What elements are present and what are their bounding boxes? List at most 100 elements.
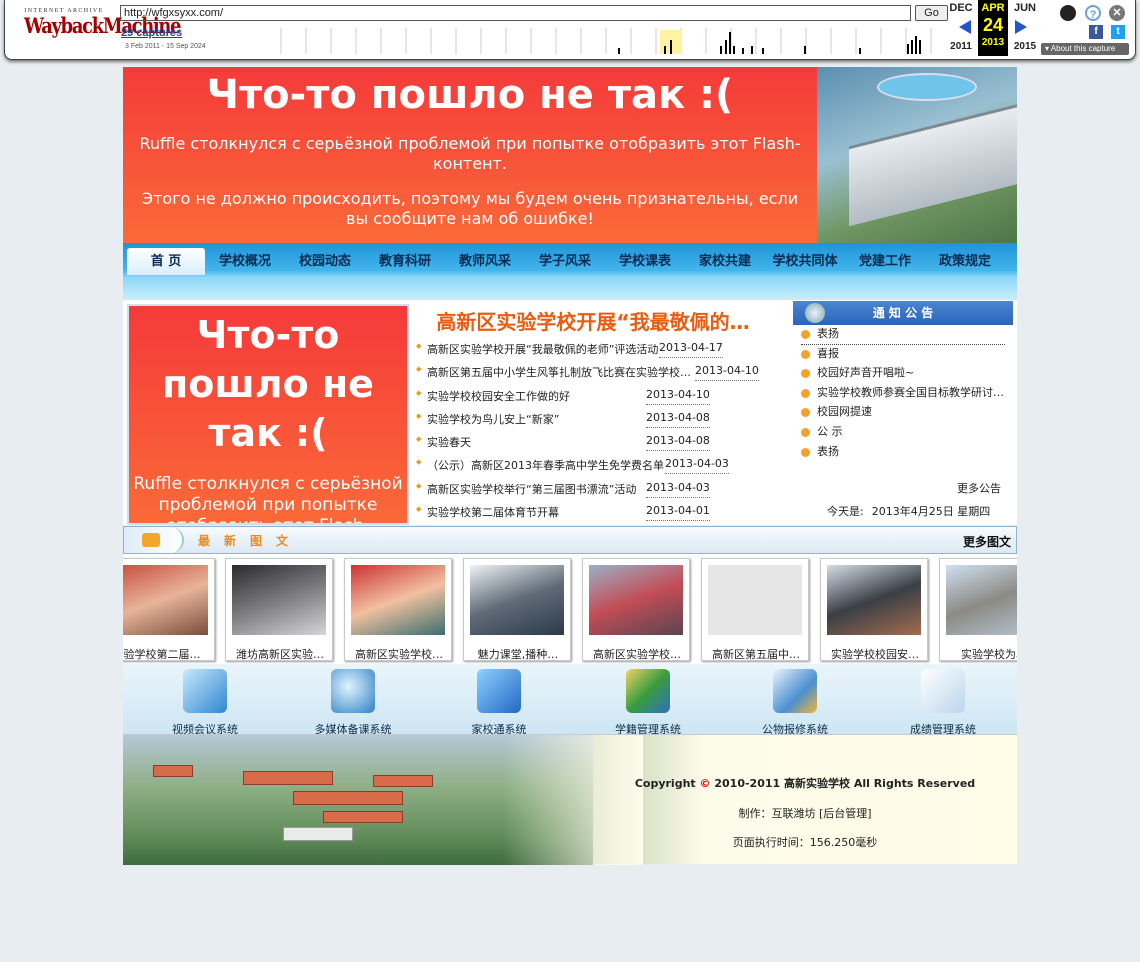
facebook-icon[interactable]: f xyxy=(1089,25,1103,39)
news-title[interactable]: （公示）高新区2013年春季高中学生免学费名单 xyxy=(427,457,664,473)
nav-school-community[interactable]: 学校共同体 xyxy=(765,248,845,275)
nav-home-school[interactable]: 家校共建 xyxy=(685,248,765,275)
more-photos-link[interactable]: 更多图文 xyxy=(963,533,1011,550)
nav-policy[interactable]: 政策规定 xyxy=(925,248,1005,275)
copyright-text: 2010-2011 高新实验学校 All Rights Reserved xyxy=(714,777,976,790)
latest-tab xyxy=(124,527,184,553)
news-item[interactable]: 高新区第五届中小学生风筝扎制放飞比赛在实验学校…2013-04-10 xyxy=(413,362,773,385)
news-item[interactable]: 实验学校第二届体育节开幕 2013-04-01 xyxy=(413,502,773,525)
news-title[interactable]: 实验学校第二届体育节开幕 xyxy=(427,504,559,520)
system-multimedia[interactable]: 多媒体备课系统 xyxy=(293,665,413,737)
system-student-records[interactable]: 学籍管理系统 xyxy=(588,665,708,737)
account-icon[interactable] xyxy=(1060,5,1076,21)
close-icon[interactable]: ✕ xyxy=(1109,5,1125,21)
gallery-item[interactable]: 验学校第二届… xyxy=(123,558,215,661)
current-capture[interactable]: APR 24 2013 xyxy=(978,0,1008,56)
gallery-caption[interactable]: 潍坊高新区实验… xyxy=(226,646,334,662)
news-title[interactable]: 高新区实验学校举行“第三届图书漂流”活动 xyxy=(427,481,636,497)
prev-capture-arrow-icon[interactable] xyxy=(959,20,971,34)
news-item[interactable]: 高新区实验学校开展“我最敬佩的老师”评选活动2013-04-17 xyxy=(413,339,773,362)
notice-item[interactable]: 校园网提速 xyxy=(801,403,1013,423)
news-title[interactable]: 实验学校校园安全工作做的好 xyxy=(427,388,570,404)
twitter-icon[interactable]: t xyxy=(1111,25,1125,39)
building xyxy=(243,771,333,785)
notice-item-label[interactable]: 公 示 xyxy=(817,425,843,438)
more-notices-link[interactable]: 更多公告 xyxy=(957,480,1001,496)
gallery-caption[interactable]: 魅力课堂,播种… xyxy=(464,646,572,662)
gallery-caption[interactable]: 高新区实验学校… xyxy=(345,646,453,662)
next-year[interactable]: 2015 xyxy=(1010,41,1040,52)
notice-item[interactable]: 喜报 xyxy=(801,345,1013,365)
wrench-icon xyxy=(773,669,817,713)
current-month: APR xyxy=(981,2,1005,14)
news-item[interactable]: 实验学校校园安全工作做的好 2013-04-10 xyxy=(413,386,773,409)
news-title[interactable]: 高新区实验学校开展“我最敬佩的老师”评选活动 xyxy=(427,341,658,357)
about-capture-button[interactable]: ▾ About this capture xyxy=(1041,43,1129,55)
system-home-school[interactable]: 家校通系统 xyxy=(439,665,559,737)
nav-party-building[interactable]: 党建工作 xyxy=(845,248,925,275)
news-title[interactable]: 高新区第五届中小学生风筝扎制放飞比赛在实验学校… xyxy=(427,364,691,380)
notice-item[interactable]: 实验学校教师参赛全国目标教学研讨… xyxy=(801,384,1013,404)
gallery-item[interactable]: 高新区第五届中… xyxy=(701,558,809,661)
news-item[interactable]: 实验学校为鸟儿安上“新家” 2013-04-08 xyxy=(413,409,773,432)
wayback-toolbar: INTERNET ARCHIVE WaybackMachine http://w… xyxy=(4,0,1136,60)
gallery-photo xyxy=(351,565,445,635)
system-grades[interactable]: 成绩管理系统 xyxy=(883,665,1003,737)
notice-item-label[interactable]: 表扬 xyxy=(817,327,839,340)
system-repair[interactable]: 公物报修系统 xyxy=(735,665,855,737)
news-item[interactable]: （公示）高新区2013年春季高中学生免学费名单2013-04-03 xyxy=(413,455,773,478)
gallery-caption[interactable]: 实验学校为鸟 xyxy=(940,646,1017,662)
notice-item-label[interactable]: 喜报 xyxy=(817,347,839,360)
copyright-prefix: Copyright xyxy=(634,777,696,790)
gallery-item[interactable]: 潍坊高新区实验… xyxy=(225,558,333,661)
wayback-url-input[interactable]: http://wfgxsyxx.com/ xyxy=(120,5,911,21)
bullet-icon xyxy=(801,408,810,418)
made-by[interactable]: 制作：互联潍坊 [后台管理] xyxy=(593,805,1017,821)
prev-month[interactable]: DEC xyxy=(946,2,976,14)
next-month[interactable]: JUN xyxy=(1010,2,1040,14)
news-item[interactable]: 实验春天 2013-04-08 xyxy=(413,432,773,455)
news-headline[interactable]: 高新区实验学校开展“我最敬佩的… xyxy=(413,300,773,336)
folder-icon xyxy=(142,533,160,547)
gallery-item[interactable]: 实验学校为鸟 xyxy=(939,558,1017,661)
notice-item[interactable]: 表扬 xyxy=(801,325,1005,345)
notice-item-label[interactable]: 实验学校教师参赛全国目标教学研讨… xyxy=(817,386,1004,399)
notice-item-label[interactable]: 校园好声音开唱啦~ xyxy=(817,366,914,379)
notice-item-label[interactable]: 校园网提速 xyxy=(817,405,872,418)
photo-flash-box[interactable]: Что-то пошло не так :( Ruffle столкнулся… xyxy=(127,304,409,525)
flash-error-banner[interactable]: Что-то пошло не так :( Ruffle столкнулся… xyxy=(123,67,817,243)
nav-school-overview[interactable]: 学校概况 xyxy=(205,248,285,275)
gallery-caption[interactable]: 高新区第五届中… xyxy=(702,646,810,662)
news-item[interactable]: 高新区实验学校举行“第三届图书漂流”活动 2013-04-03 xyxy=(413,479,773,502)
help-icon[interactable]: ? xyxy=(1085,5,1101,21)
gallery-item[interactable]: 高新区实验学校… xyxy=(344,558,452,661)
news-title[interactable]: 实验学校为鸟儿安上“新家” xyxy=(427,411,559,427)
wayback-logo[interactable]: INTERNET ARCHIVE WaybackMachine xyxy=(17,8,181,38)
notice-item-label[interactable]: 表扬 xyxy=(817,445,839,458)
gallery-caption[interactable]: 实验学校校园安… xyxy=(821,646,929,662)
gallery-item[interactable]: 高新区实验学校… xyxy=(582,558,690,661)
nav-teachers[interactable]: 教师风采 xyxy=(445,248,525,275)
systems-bar: 视频会议系统 多媒体备课系统 家校通系统 学籍管理系统 公物报修系统 成绩管理系… xyxy=(123,664,1017,737)
gallery-item[interactable]: 魅力课堂,播种… xyxy=(463,558,571,661)
nav-home[interactable]: 首 页 xyxy=(127,248,205,275)
nav-campus-news[interactable]: 校园动态 xyxy=(285,248,365,275)
notice-item[interactable]: 公 示 xyxy=(801,423,1013,443)
gallery-caption[interactable]: 验学校第二届… xyxy=(123,646,216,662)
next-capture-arrow-icon[interactable] xyxy=(1015,20,1027,34)
capture-sparkline[interactable] xyxy=(275,28,945,54)
nav-timetable[interactable]: 学校课表 xyxy=(605,248,685,275)
captures-link[interactable]: 29 captures xyxy=(121,27,182,39)
notice-item[interactable]: 校园好声音开唱啦~ xyxy=(801,364,1013,384)
nav-students[interactable]: 学子风采 xyxy=(525,248,605,275)
logo-main-text: WaybackMachine xyxy=(24,13,181,38)
go-button[interactable]: Go xyxy=(915,5,948,21)
news-title[interactable]: 实验春天 xyxy=(427,434,471,450)
gallery-item[interactable]: 实验学校校园安… xyxy=(820,558,928,661)
nav-education-research[interactable]: 教育科研 xyxy=(365,248,445,275)
flash-error-title: Что-то пошло не так :( xyxy=(206,72,734,118)
system-video-conference[interactable]: 视频会议系统 xyxy=(145,665,265,737)
prev-year[interactable]: 2011 xyxy=(946,41,976,52)
gallery-caption[interactable]: 高新区实验学校… xyxy=(583,646,691,662)
notice-item[interactable]: 表扬 xyxy=(801,443,1013,463)
